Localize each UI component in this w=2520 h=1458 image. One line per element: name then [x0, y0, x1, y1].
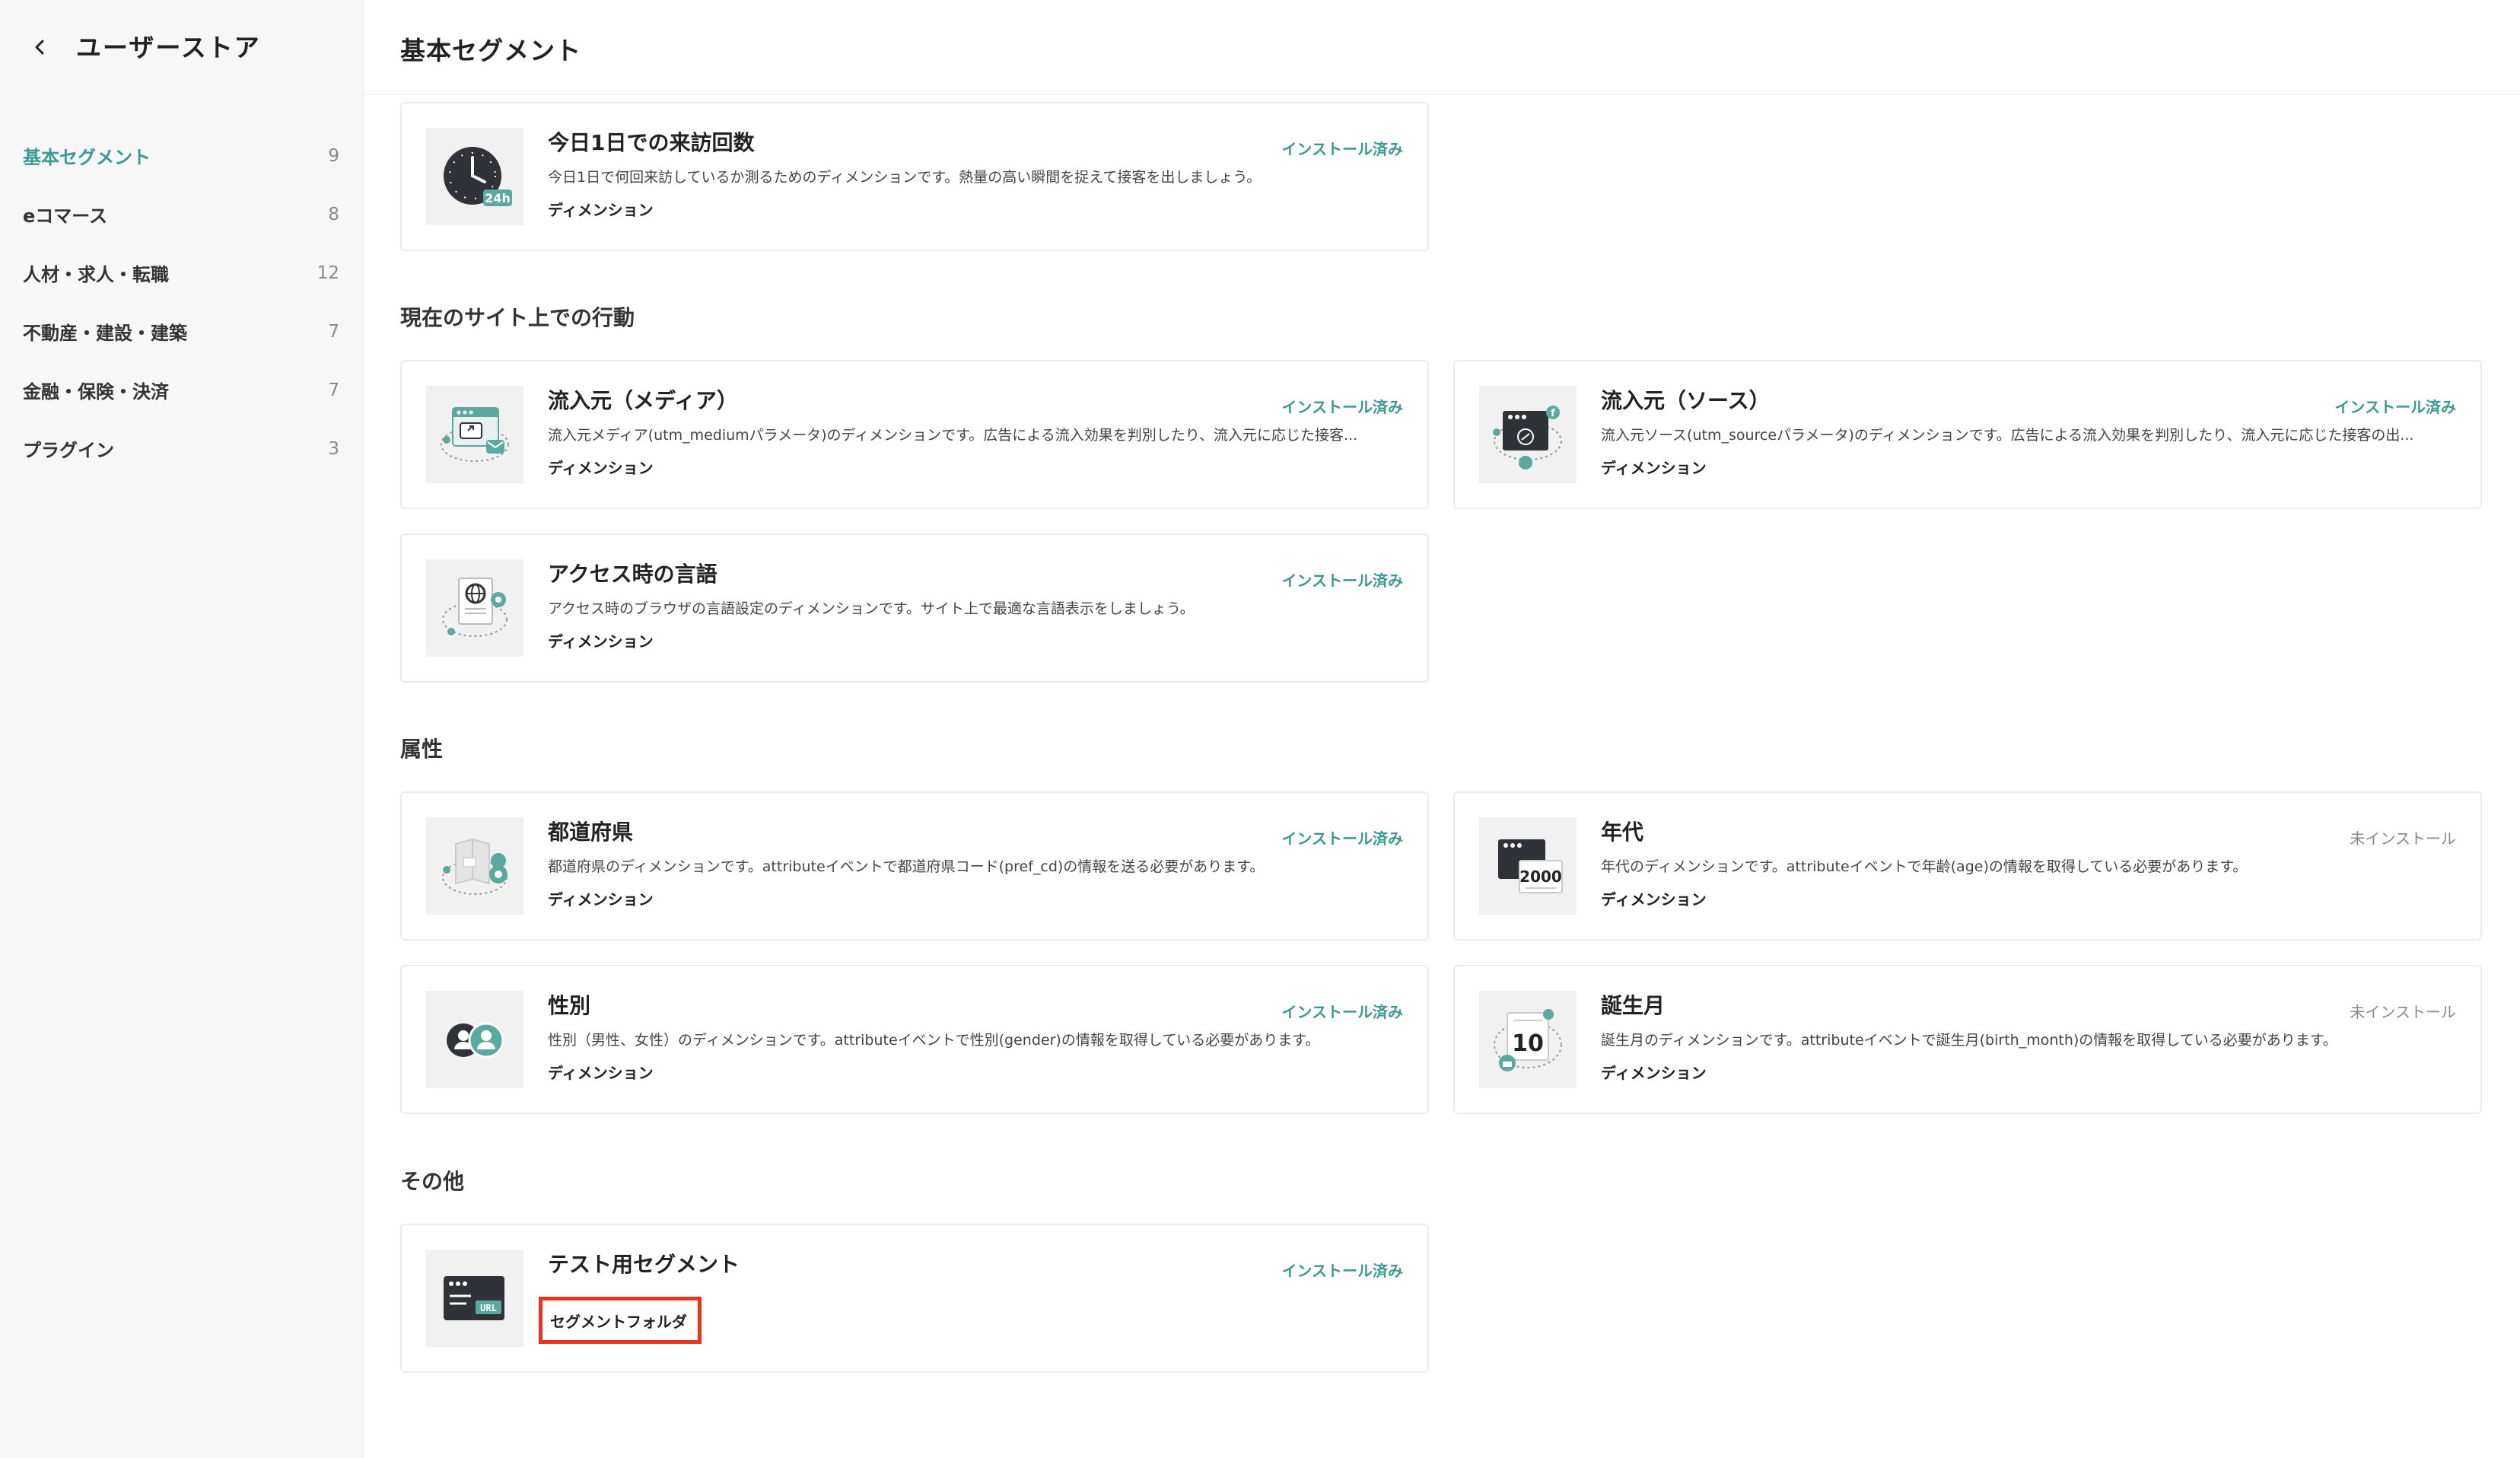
card-type: ディメンション [548, 632, 654, 651]
card-title: アクセス時の言語 [548, 562, 718, 587]
sidebar-item-label: eコマース [23, 205, 108, 227]
sidebar-item-count: 9 [328, 145, 339, 166]
section-title-behavior: 現在のサイト上での行動 [400, 305, 635, 330]
sidebar-item-count: 3 [328, 438, 339, 459]
sidebar-item-count: 12 [317, 263, 339, 283]
segment-card-media[interactable]: 流入元（メディア） 流入元メディア(utm_mediumパラメータ)のディメンシ… [400, 360, 1429, 509]
card-title: 性別 [548, 993, 591, 1018]
section-title-other: その他 [400, 1169, 465, 1194]
install-status: インストール済み [1281, 1003, 1403, 1021]
install-status: インストール済み [1281, 571, 1403, 590]
card-description: 流入元メディア(utm_mediumパラメータ)のディメンションです。広告による… [548, 427, 1358, 444]
source-link-icon: f [1479, 386, 1577, 483]
sidebar-item-label: プラグイン [23, 440, 114, 461]
card-title: テスト用セグメント [548, 1252, 740, 1277]
svg-text:2000: 2000 [1519, 867, 1562, 886]
age-calendar-icon: 2000 [1479, 817, 1577, 915]
install-status: インストール済み [2334, 398, 2456, 416]
card-type: セグメントフォルダ [550, 1312, 687, 1331]
sidebar-title: ユーザーストア [76, 33, 261, 62]
card-description: 性別（男性、女性）のディメンションです。attributeイベントで性別(gen… [548, 1032, 1320, 1049]
sidebar-item-label: 基本セグメント [23, 147, 151, 168]
birthday-calendar-icon: 10 [1479, 991, 1577, 1088]
svg-text:10: 10 [1512, 1030, 1544, 1057]
sidebar-item-ecommerce[interactable]: eコマース 8 [0, 185, 364, 244]
install-status: インストール済み [1281, 1262, 1403, 1280]
card-type: ディメンション [548, 890, 654, 909]
chevron-left-icon [35, 40, 44, 55]
main-content: 基本セグメント 24h 今日1日での来訪回数 今日1日で何回来訪しているか測るた… [364, 0, 2520, 1458]
card-title: 流入元（ソース） [1601, 388, 1771, 413]
card-title: 流入元（メディア） [548, 388, 739, 413]
sidebar-item-real-estate[interactable]: 不動産・建設・建築 7 [0, 302, 364, 361]
card-type: ディメンション [1601, 890, 1707, 909]
segment-card-visits[interactable]: 24h 今日1日での来訪回数 今日1日で何回来訪しているか測るためのディメンショ… [400, 102, 1429, 251]
card-type: ディメンション [548, 201, 654, 219]
page-title: 基本セグメント [400, 36, 581, 65]
card-type: ディメンション [1601, 459, 1707, 477]
sidebar-item-plugins[interactable]: プラグイン 3 [0, 419, 364, 478]
card-type: ディメンション [1601, 1064, 1707, 1082]
sidebar-item-basic-segment[interactable]: 基本セグメント 9 [0, 126, 364, 185]
card-title: 今日1日での来訪回数 [548, 130, 755, 155]
card-title: 誕生月 [1601, 993, 1666, 1018]
card-description: 流入元ソース(utm_sourceパラメータ)のディメンションです。広告による流… [1601, 427, 2414, 444]
segment-card-source[interactable]: f 流入元（ソース） 流入元ソース(utm_sourceパラメータ)のディメンシ… [1453, 360, 2482, 509]
install-status: 未インストール [2350, 1003, 2456, 1021]
install-status: インストール済み [1281, 829, 1403, 848]
svg-text:24h: 24h [485, 191, 511, 205]
install-status: 未インストール [2350, 829, 2456, 848]
globe-language-icon [426, 559, 523, 657]
card-description: 誕生月のディメンションです。attributeイベントで誕生月(birth_mo… [1601, 1032, 2337, 1049]
card-title: 年代 [1601, 820, 1644, 845]
segment-card-birth-month[interactable]: 10 誕生月 誕生月のディメンションです。attributeイベントで誕生月(b… [1453, 965, 2482, 1114]
sidebar-item-label: 金融・保険・決済 [23, 381, 169, 403]
sidebar-category-list: 基本セグメント 9 eコマース 8 人材・求人・転職 12 不動産・建設・建築 … [0, 126, 364, 478]
sidebar-item-label: 人材・求人・転職 [23, 264, 169, 285]
segment-card-gender[interactable]: 性別 性別（男性、女性）のディメンションです。attributeイベントで性別(… [400, 965, 1429, 1114]
install-status: インストール済み [1281, 140, 1403, 158]
sidebar-item-count: 7 [328, 321, 339, 342]
gender-users-icon [426, 991, 523, 1088]
sidebar-item-count: 7 [328, 380, 339, 400]
card-description: 今日1日で何回来訪しているか測るためのディメンションです。熱量の高い瞬間を捉えて… [548, 169, 1262, 186]
card-type: ディメンション [548, 459, 654, 477]
back-button[interactable] [23, 30, 56, 64]
card-type: ディメンション [548, 1064, 654, 1082]
sidebar-item-label: 不動産・建設・建築 [23, 323, 187, 344]
install-status: インストール済み [1281, 398, 1403, 416]
segment-card-age[interactable]: 2000 年代 年代のディメンションです。attributeイベントで年齢(ag… [1453, 791, 2482, 941]
section-title-attributes: 属性 [400, 737, 444, 762]
segment-card-prefecture[interactable]: 都道府県 都道府県のディメンションです。attributeイベントで都道府県コー… [400, 791, 1429, 941]
sidebar-item-count: 8 [328, 204, 339, 224]
sidebar: ユーザーストア 基本セグメント 9 eコマース 8 人材・求人・転職 12 不動… [0, 0, 364, 1458]
segment-card-language[interactable]: アクセス時の言語 アクセス時のブラウザの言語設定のディメンションです。サイト上で… [400, 533, 1429, 683]
url-window-icon: URL [426, 1249, 523, 1347]
segment-folder-label[interactable]: セグメントフォルダ [539, 1297, 702, 1344]
svg-text:URL: URL [480, 1303, 497, 1313]
card-description: アクセス時のブラウザの言語設定のディメンションです。サイト上で最適な言語表示をし… [548, 600, 1195, 617]
map-pin-icon [426, 817, 523, 915]
sidebar-item-hr-jobs[interactable]: 人材・求人・転職 12 [0, 244, 364, 302]
card-title: 都道府県 [548, 820, 634, 845]
card-description: 都道府県のディメンションです。attributeイベントで都道府県コード(pre… [548, 858, 1265, 875]
card-description: 年代のディメンションです。attributeイベントで年齢(age)の情報を取得… [1601, 858, 2248, 875]
clock-24h-icon: 24h [426, 128, 523, 225]
media-link-icon [426, 386, 523, 483]
page-header: 基本セグメント [364, 0, 2520, 95]
svg-text:f: f [1551, 408, 1555, 419]
sidebar-item-finance[interactable]: 金融・保険・決済 7 [0, 361, 364, 419]
segment-card-test[interactable]: URL テスト用セグメント セグメントフォルダ インストール済み [400, 1224, 1429, 1373]
